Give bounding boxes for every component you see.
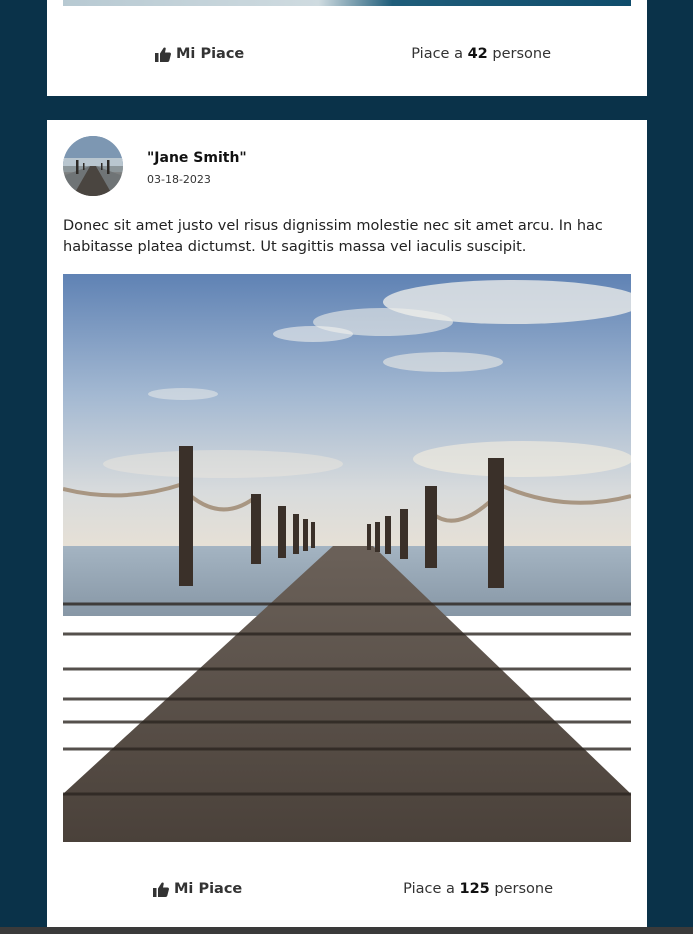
likes-suffix: persone: [487, 46, 551, 62]
likes-count: Piace a 42 persone: [411, 39, 551, 69]
post-header: "Jane Smith" 03-18-2023: [63, 136, 631, 196]
likes-prefix: Piace a: [403, 881, 460, 897]
like-button-label: Mi Piace: [174, 881, 243, 897]
author-name[interactable]: "Jane Smith": [147, 150, 247, 166]
like-button[interactable]: Mi Piace: [153, 874, 242, 904]
post-date: 03-18-2023: [147, 173, 211, 186]
post-image[interactable]: [63, 274, 631, 842]
like-button-label: Mi Piace: [176, 46, 245, 62]
likes-number: 42: [467, 46, 488, 62]
post-actions: Mi Piace Piace a 42 persone: [47, 39, 647, 69]
thumbs-up-icon: [155, 47, 171, 62]
avatar[interactable]: [63, 136, 123, 196]
post-card: Mi Piace Piace a 42 persone: [47, 0, 647, 96]
thumbs-up-icon: [153, 882, 169, 897]
likes-prefix: Piace a: [411, 46, 468, 62]
bottom-edge-bar: [0, 927, 693, 934]
post-card: "Jane Smith" 03-18-2023 Donec sit amet j…: [47, 120, 647, 934]
likes-number: 125: [459, 881, 490, 897]
post-text: Donec sit amet justo vel risus dignissim…: [63, 218, 603, 255]
post-actions: Mi Piace Piace a 125 persone: [47, 874, 647, 904]
like-button[interactable]: Mi Piace: [155, 39, 244, 69]
likes-suffix: persone: [489, 881, 553, 897]
post-image[interactable]: [63, 0, 631, 6]
likes-count: Piace a 125 persone: [403, 874, 553, 904]
